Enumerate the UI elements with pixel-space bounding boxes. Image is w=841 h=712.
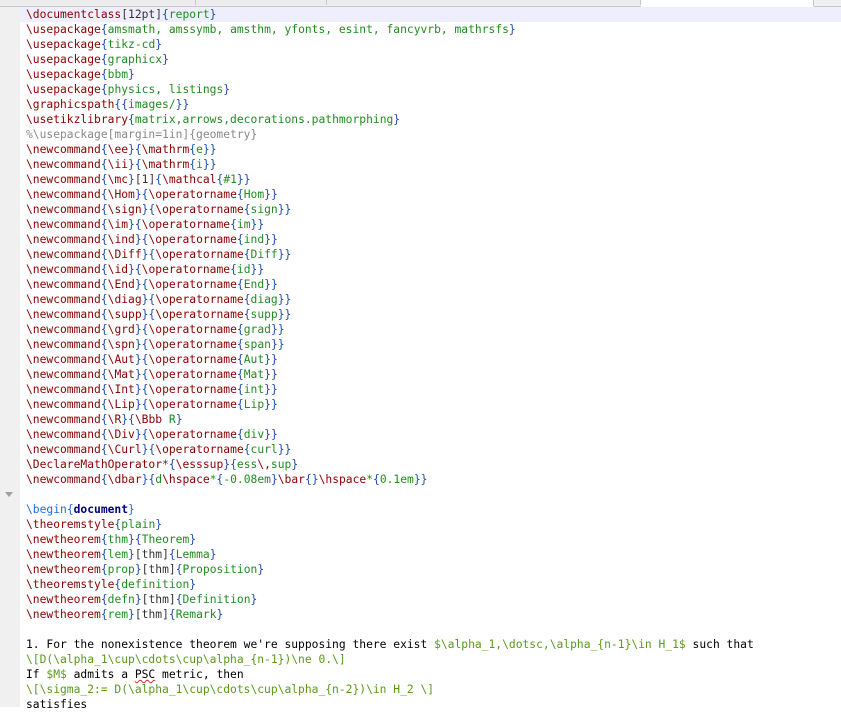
- code-line[interactable]: \newcommand{\Curl}{\operatorname{curl}}: [20, 442, 841, 457]
- code-line[interactable]: \newcommand{\Diff}{\operatorname{Diff}}: [20, 247, 841, 262]
- tab-active[interactable]: [641, 0, 814, 7]
- code-line[interactable]: \newtheorem{defn}[thm]{Definition}: [20, 592, 841, 607]
- code-line[interactable]: \newcommand{\ii}{\mathrm{i}}: [20, 157, 841, 172]
- code-line[interactable]: \newcommand{\spn}{\operatorname{span}}: [20, 337, 841, 352]
- code-line[interactable]: \newtheorem{thm}{Theorem}: [20, 532, 841, 547]
- code-line[interactable]: \newcommand{\id}{\operatorname{id}}: [20, 262, 841, 277]
- code-line[interactable]: \theoremstyle{plain}: [20, 517, 841, 532]
- code-line[interactable]: \newcommand{\ind}{\operatorname{ind}}: [20, 232, 841, 247]
- code-line[interactable]: \usetikzlibrary{matrix,arrows,decoration…: [20, 112, 841, 127]
- code-line[interactable]: \newcommand{\diag}{\operatorname{diag}}: [20, 292, 841, 307]
- tab-3[interactable]: [327, 0, 641, 5]
- code-line[interactable]: \newcommand{\sign}{\operatorname{sign}}: [20, 202, 841, 217]
- code-line[interactable]: \newcommand{\Int}{\operatorname{int}}: [20, 382, 841, 397]
- code-line[interactable]: \newcommand{\Lip}{\operatorname{Lip}}: [20, 397, 841, 412]
- code-line[interactable]: \begin{document}: [20, 502, 841, 517]
- code-line[interactable]: \newcommand{\mc}[1]{\mathcal{#1}}: [20, 172, 841, 187]
- code-line[interactable]: [20, 622, 841, 637]
- code-line[interactable]: \newcommand{\R}{\Bbb R}: [20, 412, 841, 427]
- code-line[interactable]: \usepackage{bbm}: [20, 67, 841, 82]
- editor-gutter: [0, 7, 20, 707]
- code-line[interactable]: \[D(\alpha_1\cup\cdots\cup\alpha_{n-1})\…: [20, 652, 841, 667]
- code-line[interactable]: \graphicspath{{images/}}: [20, 97, 841, 112]
- code-line[interactable]: \newcommand{\ee}{\mathrm{e}}: [20, 142, 841, 157]
- code-line[interactable]: \newcommand{\grd}{\operatorname{grad}}: [20, 322, 841, 337]
- tab-1[interactable]: [0, 0, 196, 5]
- code-line[interactable]: \newcommand{\Mat}{\operatorname{Mat}}: [20, 367, 841, 382]
- tab-bar: [0, 0, 841, 7]
- code-line[interactable]: \documentclass[12pt]{report}: [20, 7, 841, 22]
- code-line[interactable]: \usepackage{physics, listings}: [20, 82, 841, 97]
- fold-collapse-icon[interactable]: [5, 492, 13, 497]
- code-line[interactable]: \usepackage{tikz-cd}: [20, 37, 841, 52]
- code-line[interactable]: \theoremstyle{definition}: [20, 577, 841, 592]
- code-line[interactable]: [20, 487, 841, 502]
- code-line[interactable]: 1. For the nonexistence theorem we're su…: [20, 637, 841, 652]
- code-line[interactable]: \newtheorem{lem}[thm]{Lemma}: [20, 547, 841, 562]
- code-line[interactable]: \newcommand{\supp}{\operatorname{supp}}: [20, 307, 841, 322]
- code-line[interactable]: \newcommand{\Div}{\operatorname{div}}: [20, 427, 841, 442]
- code-line[interactable]: If $M$ admits a PSC metric, then: [20, 667, 841, 682]
- code-line[interactable]: satisfies: [20, 697, 841, 712]
- code-editor[interactable]: \documentclass[12pt]{report} \usepackage{…: [20, 7, 841, 711]
- tab-2[interactable]: [196, 0, 327, 5]
- code-line[interactable]: \newtheorem{rem}[thm]{Remark}: [20, 607, 841, 622]
- code-line[interactable]: \DeclareMathOperator*{\esssup}{ess\,sup}: [20, 457, 841, 472]
- misspelled-word[interactable]: PSC: [135, 668, 155, 681]
- code-line[interactable]: \usepackage{graphicx}: [20, 52, 841, 67]
- code-line[interactable]: \usepackage{amsmath, amssymb, amsthm, yf…: [20, 22, 841, 37]
- code-line[interactable]: %\usepackage[margin=1in]{geometry}: [20, 127, 841, 142]
- code-line[interactable]: \newcommand{\Hom}{\operatorname{Hom}}: [20, 187, 841, 202]
- code-line[interactable]: \newcommand{\dbar}{d\hspace*{-0.08em}\ba…: [20, 472, 841, 487]
- code-line[interactable]: \newcommand{\Aut}{\operatorname{Aut}}: [20, 352, 841, 367]
- code-line[interactable]: \newcommand{\End}{\operatorname{End}}: [20, 277, 841, 292]
- code-line[interactable]: \newcommand{\im}{\operatorname{im}}: [20, 217, 841, 232]
- code-line[interactable]: \[\sigma_2:= D(\alpha_1\cup\cdots\cup\al…: [20, 682, 841, 697]
- code-line[interactable]: \newtheorem{prop}[thm]{Proposition}: [20, 562, 841, 577]
